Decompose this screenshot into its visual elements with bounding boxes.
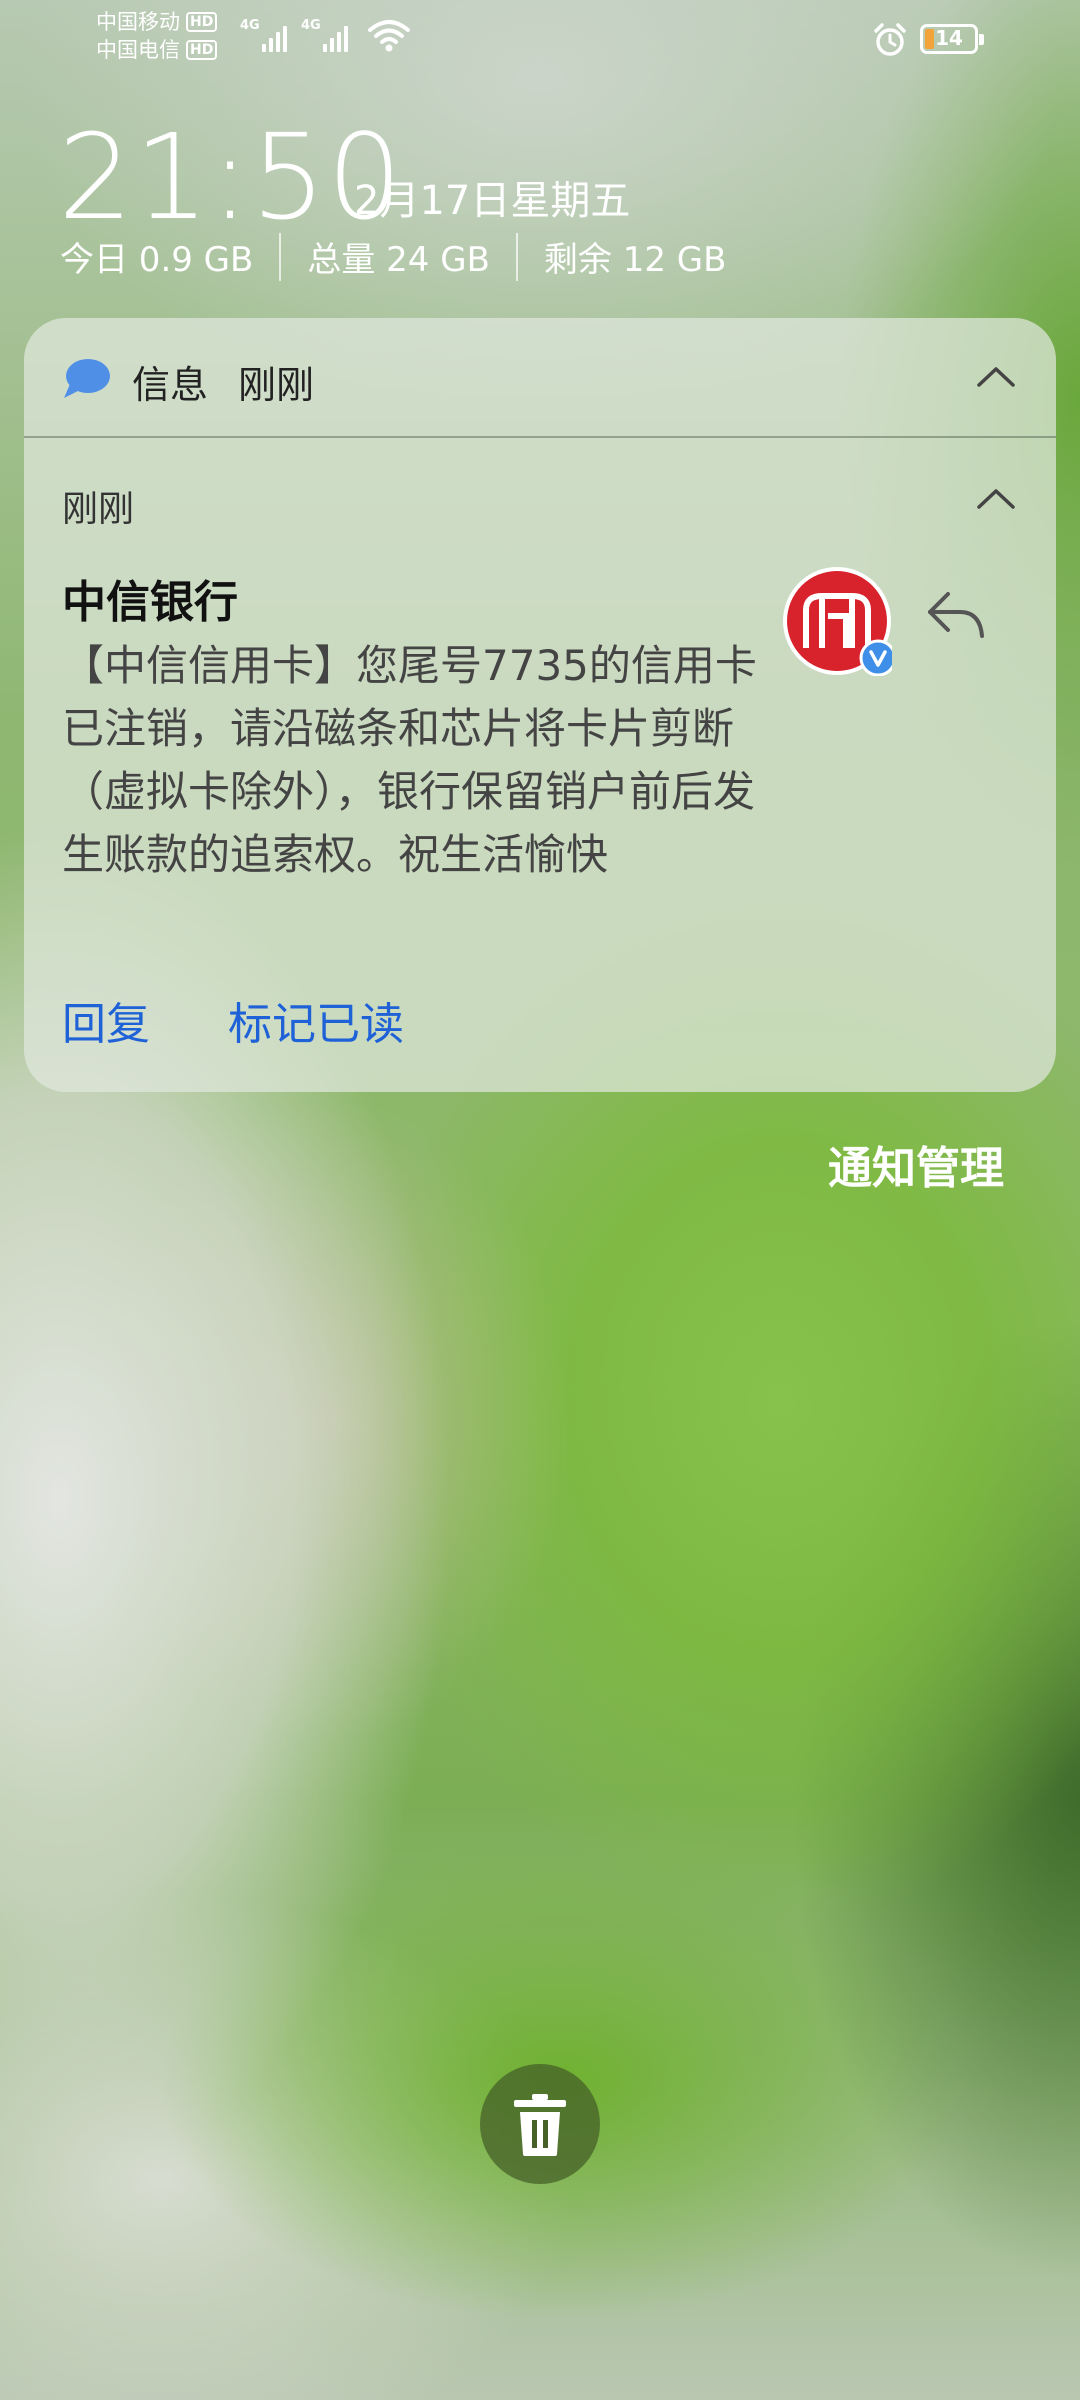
message-app-icon: [64, 359, 110, 398]
app-time: 刚刚: [238, 363, 315, 407]
wifi-icon: [368, 20, 410, 52]
notification-manage-button[interactable]: 通知管理: [828, 1132, 1004, 1196]
hd-badge: HD: [186, 12, 218, 32]
signal-icon: 4G: [301, 18, 348, 52]
trash-icon: [514, 2094, 566, 2156]
message-body: 【中信信用卡】您尾号7735的信用卡已注销，请沿磁条和芯片将卡片剪断（虚拟卡除外…: [62, 641, 757, 879]
carrier-info: 中国移动 HD 中国电信 HD: [96, 8, 218, 64]
storage-remaining: 剩余 12 GB: [543, 240, 727, 280]
carrier-1-name: 中国移动: [96, 10, 180, 34]
mark-read-button[interactable]: 标记已读: [228, 988, 404, 1052]
network-type-label: 4G: [240, 18, 260, 33]
storage-total: 总量 24 GB: [307, 240, 490, 280]
sender-name: 中信银行: [62, 577, 238, 628]
app-name: 信息: [132, 363, 209, 407]
battery-icon: 14: [920, 24, 984, 54]
sender-avatar: [783, 567, 892, 676]
clear-all-button[interactable]: [480, 2064, 600, 2184]
status-bar: 中国移动 HD 中国电信 HD 4G 4G 14: [0, 0, 1080, 72]
network-type-label: 4G: [301, 18, 321, 33]
signal-icon: 4G: [240, 18, 287, 52]
signal-indicators: 4G 4G: [240, 18, 348, 52]
collapse-chevron-icon[interactable]: [976, 366, 1016, 388]
alarm-icon: [874, 23, 906, 56]
divider: [515, 232, 518, 281]
lockscreen-date: 2月17日星期五: [354, 178, 631, 224]
group-time: 刚刚: [62, 489, 135, 530]
battery-level: 14: [935, 26, 963, 50]
divider: [279, 232, 282, 281]
collapse-chevron-icon[interactable]: [976, 488, 1016, 510]
reply-button[interactable]: 回复: [62, 988, 150, 1052]
carrier-2-name: 中国电信: [96, 38, 180, 62]
storage-summary: 今日 0.9 GB 总量 24 GB 剩余 12 GB: [60, 232, 726, 281]
hd-badge: HD: [186, 40, 218, 60]
reply-icon[interactable]: [924, 586, 988, 646]
notification-header[interactable]: 信息 刚刚: [24, 318, 1056, 438]
lockscreen-clock: 21:50: [58, 108, 404, 246]
storage-today: 今日 0.9 GB: [60, 240, 254, 280]
notification-card[interactable]: 信息 刚刚 刚刚 中信银行 【中信信用卡】您尾号7735的信用卡已注销，请沿磁条…: [24, 318, 1056, 1092]
